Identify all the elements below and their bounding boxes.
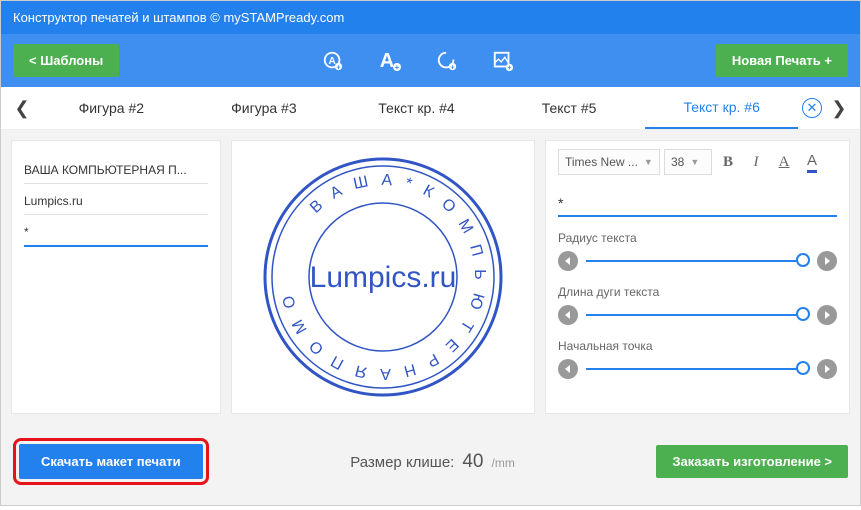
bold-button[interactable]: B	[716, 149, 740, 175]
download-highlight: Скачать макет печати	[13, 438, 209, 485]
size-value: 40	[462, 451, 483, 473]
cliche-size: Размер клише: 40 /mm	[221, 451, 645, 473]
italic-button[interactable]: I	[744, 149, 768, 175]
slider-increment[interactable]	[817, 359, 837, 379]
titlebar: Конструктор печатей и штампов © mySTAMPr…	[1, 1, 860, 34]
new-stamp-button[interactable]: Новая Печать +	[716, 44, 848, 77]
slider-label: Начальная точка	[558, 339, 837, 353]
radius-slider[interactable]	[586, 260, 809, 262]
layer-item[interactable]: *	[24, 215, 208, 247]
arc-length-slider[interactable]	[586, 314, 809, 316]
stamp-center-text: Lumpics.ru	[310, 261, 457, 294]
font-family-select[interactable]: Times New ...▼	[558, 149, 660, 175]
slider-label: Радиус текста	[558, 231, 837, 245]
size-label: Размер клише:	[350, 454, 454, 471]
tab-text-cr-6[interactable]: Текст кр. #6	[645, 87, 798, 129]
svg-text:+: +	[450, 62, 454, 71]
add-image-icon[interactable]: +	[492, 50, 514, 72]
tab-close-icon[interactable]: ✕	[802, 98, 822, 118]
download-button[interactable]: Скачать макет печати	[19, 444, 203, 479]
svg-text:+: +	[507, 63, 511, 72]
slider-increment[interactable]	[817, 251, 837, 271]
toolbar: < Шаблоны A+ A+ + + Новая Печать +	[1, 34, 860, 87]
tab-text-cr-4[interactable]: Текст кр. #4	[340, 88, 493, 128]
text-input[interactable]	[558, 187, 837, 217]
start-point-slider[interactable]	[586, 368, 809, 370]
add-text-icon[interactable]: A+	[378, 50, 402, 72]
slider-label: Длина дуги текста	[558, 285, 837, 299]
tab-figure-3[interactable]: Фигура #3	[188, 88, 341, 128]
svg-text:+: +	[336, 62, 340, 71]
add-shape-icon[interactable]: +	[436, 50, 458, 72]
bottom-bar: Скачать макет печати Размер клише: 40 /m…	[1, 424, 860, 505]
size-unit: /mm	[492, 456, 515, 470]
underline-button[interactable]: A	[772, 149, 796, 175]
tab-figure-2[interactable]: Фигура #2	[35, 88, 188, 128]
templates-button[interactable]: < Шаблоны	[13, 44, 119, 77]
stamp-preview: В А Ш А * К О М П Ь Ю Т Е Р Н А Я П О М …	[231, 140, 535, 414]
slider-decrement[interactable]	[558, 305, 578, 325]
layer-item[interactable]: Lumpics.ru	[24, 184, 208, 215]
add-circle-icon[interactable]: A+	[322, 50, 344, 72]
text-color-button[interactable]: A	[800, 149, 824, 175]
tab-text-5[interactable]: Текст #5	[493, 88, 646, 128]
layer-item[interactable]: ВАША КОМПЬЮТЕРНАЯ П...	[24, 153, 208, 184]
svg-text:A: A	[379, 50, 393, 72]
font-size-select[interactable]: 38▼	[664, 149, 712, 175]
properties-panel: Times New ...▼ 38▼ B I A A Радиус текста…	[545, 140, 850, 414]
slider-decrement[interactable]	[558, 359, 578, 379]
tabs-bar: ❮ Фигура #2 Фигура #3 Текст кр. #4 Текст…	[1, 87, 860, 130]
layers-panel: ВАША КОМПЬЮТЕРНАЯ П... Lumpics.ru *	[11, 140, 221, 414]
tabs-scroll-right[interactable]: ❯	[826, 90, 852, 126]
order-button[interactable]: Заказать изготовление >	[656, 445, 848, 478]
slider-decrement[interactable]	[558, 251, 578, 271]
svg-text:+: +	[394, 63, 399, 72]
slider-increment[interactable]	[817, 305, 837, 325]
tabs-scroll-left[interactable]: ❮	[9, 90, 35, 126]
